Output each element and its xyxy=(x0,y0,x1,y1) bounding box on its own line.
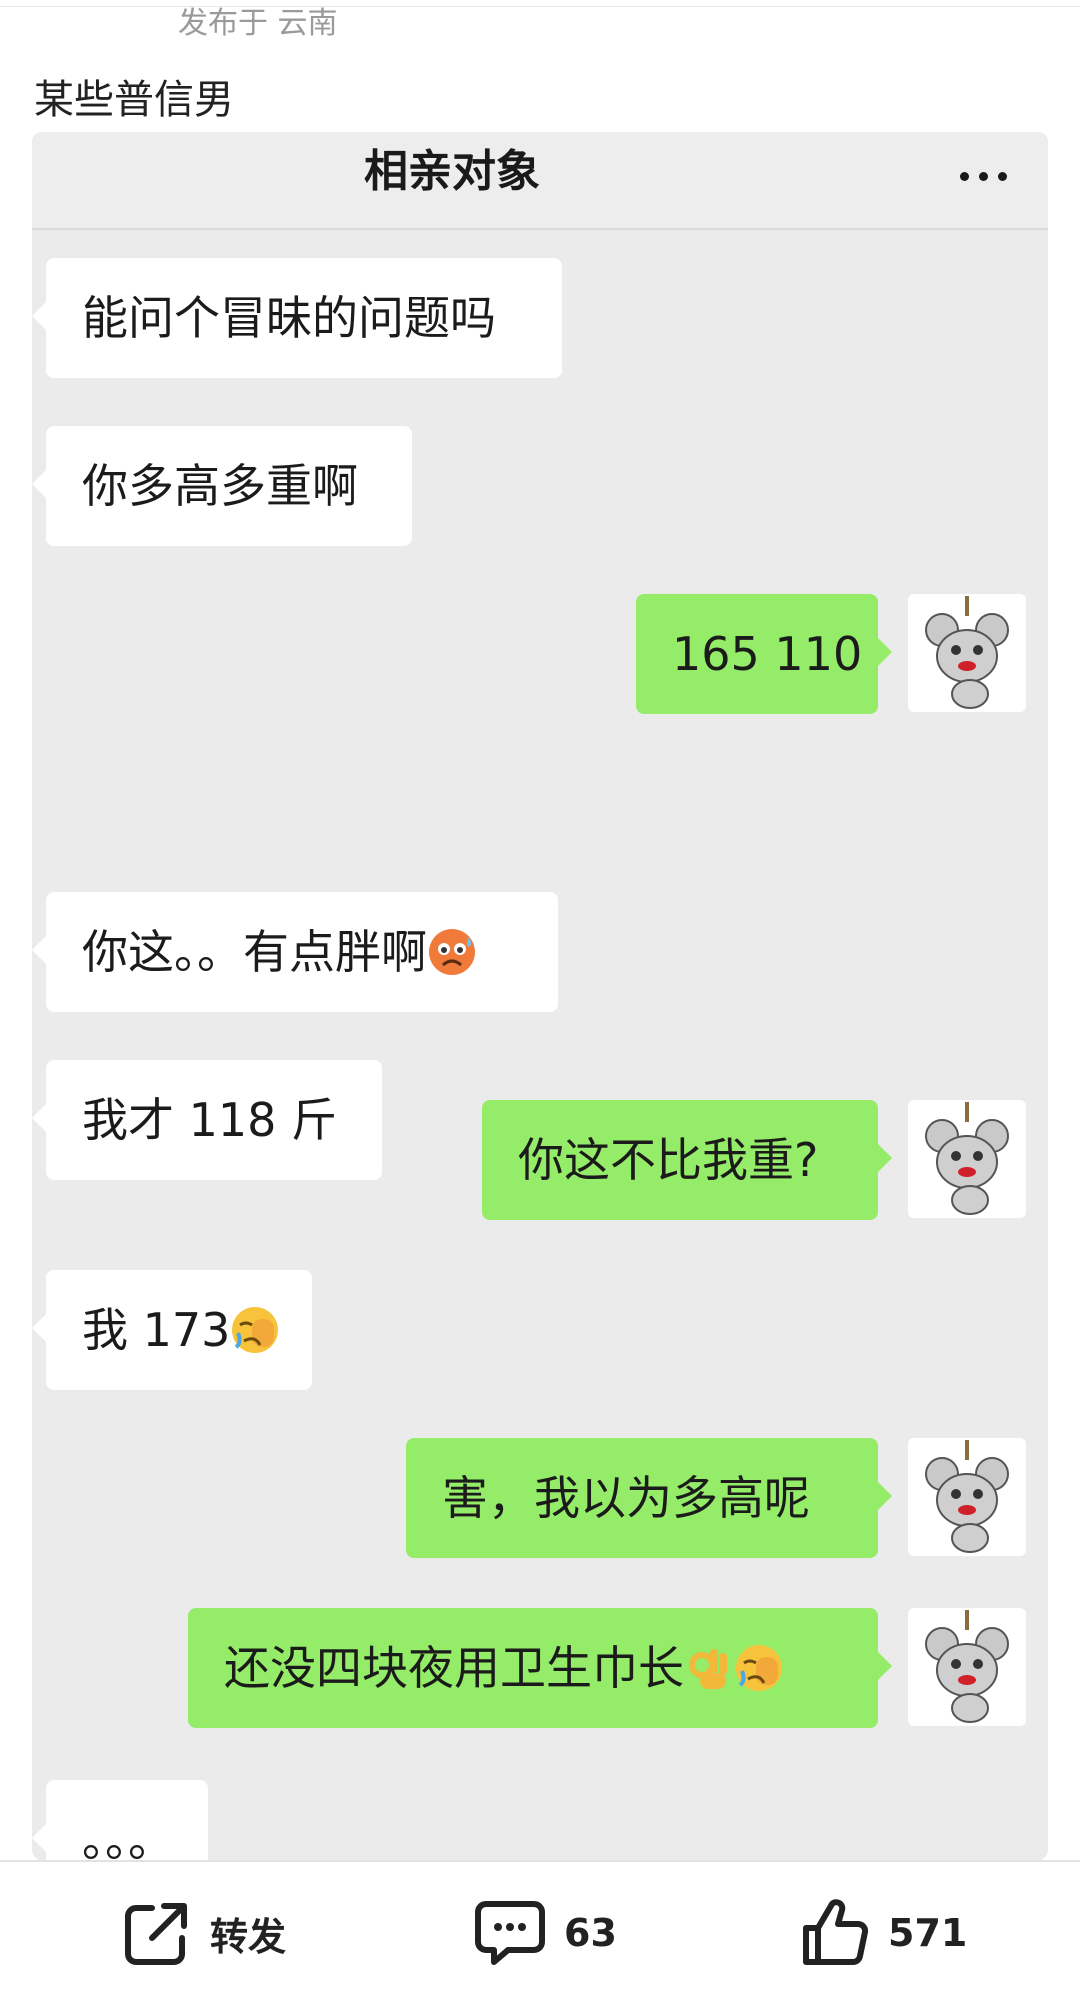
ok-hand-emoji-icon xyxy=(689,1648,727,1689)
facepalm-cry-emoji-icon xyxy=(232,1306,279,1353)
top-divider xyxy=(0,6,1080,7)
chat-title: 相亲对象 xyxy=(364,146,540,197)
message-text: 害，我以为多高呢 xyxy=(442,1471,810,1525)
like-count: 571 xyxy=(888,1911,968,1955)
cartoon-mouse-avatar xyxy=(925,1610,1009,1723)
message-bubble-left: 能问个冒昧的问题吗 xyxy=(32,258,562,378)
message-text: 你这不比我重? xyxy=(518,1133,819,1187)
message-bubble-left: 我才 118 斤 xyxy=(32,1060,382,1180)
message-text: 。。。 xyxy=(82,1813,174,1860)
like-button[interactable]: 571 xyxy=(800,1898,967,1968)
repost-button[interactable]: 转发 xyxy=(122,1898,286,1968)
post-action-bar: 转发 63 571 xyxy=(0,1860,1080,1999)
comment-button[interactable]: 63 xyxy=(474,1898,617,1968)
message-text: 你多高多重啊 xyxy=(82,459,358,513)
message-text: 我 173 xyxy=(82,1303,231,1357)
avatar xyxy=(908,1608,1026,1726)
message-text: 你这。。有点胖啊 xyxy=(82,925,427,979)
post-location: 发布于 云南 xyxy=(178,6,338,41)
comment-count: 63 xyxy=(564,1911,617,1955)
facepalm-cry-emoji-icon xyxy=(736,1644,782,1691)
message-text: 我才 118 斤 xyxy=(82,1093,338,1147)
message-text: 还没四块夜用卫生巾长 xyxy=(224,1641,684,1695)
message-text: 165 110 xyxy=(672,627,863,681)
cartoon-mouse-avatar xyxy=(925,1440,1009,1553)
avatar xyxy=(908,1100,1026,1218)
message-bubble-right: 165 110 xyxy=(636,594,892,714)
thumbs-up-icon xyxy=(803,1899,869,1965)
avatar xyxy=(908,1438,1026,1556)
message-bubble-left: 你多高多重啊 xyxy=(32,426,412,546)
cartoon-mouse-avatar xyxy=(925,596,1009,709)
repost-label: 转发 xyxy=(210,1914,287,1959)
angry-sweat-emoji-icon xyxy=(429,928,475,975)
message-bubble-left: 你这。。有点胖啊 xyxy=(32,892,558,1012)
message-bubble-right: 害，我以为多高呢 xyxy=(406,1438,892,1558)
message-bubble-right: 还没四块夜用卫生巾长 xyxy=(188,1608,892,1728)
message-bubble-left: 我 173 xyxy=(32,1270,312,1390)
share-arrow-icon xyxy=(125,1903,187,1965)
message-bubble-left: 。。。 xyxy=(32,1780,208,1860)
comment-bubble-icon xyxy=(475,1901,545,1965)
message-text: 能问个冒昧的问题吗 xyxy=(82,291,496,345)
message-bubble-right: 你这不比我重? xyxy=(482,1100,892,1220)
more-dots-icon[interactable] xyxy=(954,156,1014,196)
cartoon-mouse-avatar xyxy=(925,1102,1009,1215)
avatar xyxy=(908,594,1026,712)
post-title: 某些普信男 xyxy=(34,77,234,123)
chat-screenshot: 相亲对象 能问个冒昧的问题吗 你多高多重啊 165 110 你这。。有点胖啊 我… xyxy=(32,132,1048,1860)
chat-header: 相亲对象 xyxy=(32,132,1048,230)
